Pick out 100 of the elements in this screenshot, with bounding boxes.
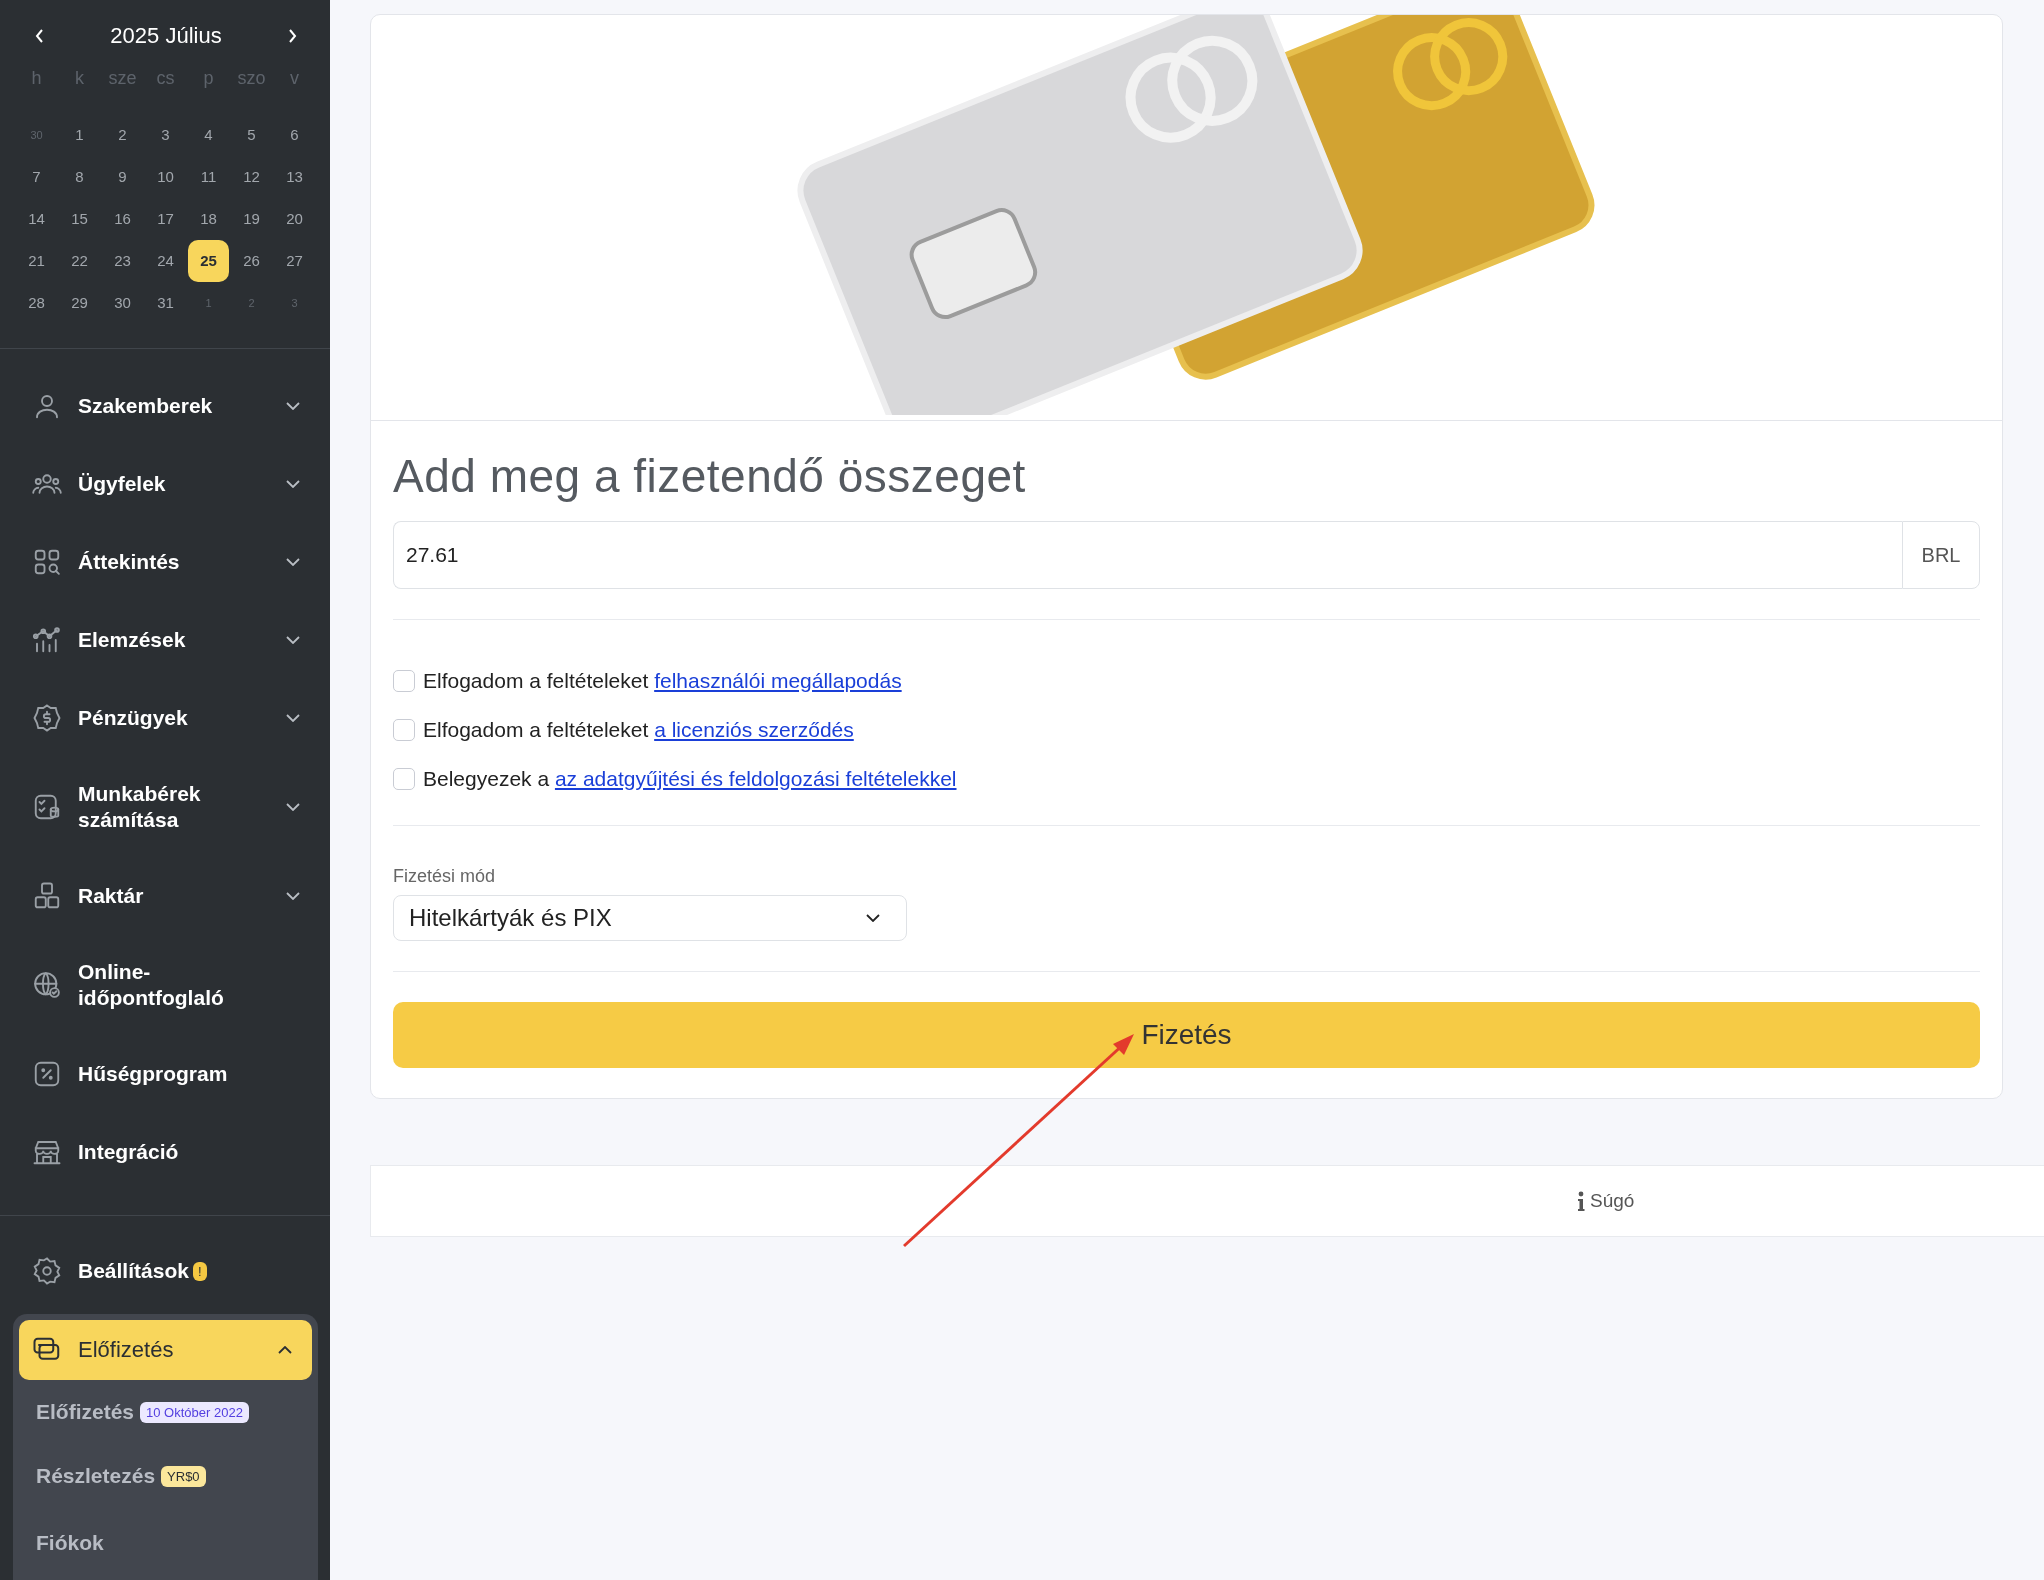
subscription-item[interactable]: Előfizetés <box>19 1320 312 1380</box>
boxes-icon <box>32 881 62 911</box>
calendar-day[interactable]: 3 <box>144 114 187 156</box>
chevron-down-icon <box>286 714 300 722</box>
calendar-day[interactable]: 9 <box>101 156 144 198</box>
dollar-icon <box>32 703 62 733</box>
calendar-day[interactable]: 23 <box>101 240 144 282</box>
calendar-day[interactable]: 2 <box>101 114 144 156</box>
payment-method-select[interactable]: Hitelkártyák és PIX <box>393 895 907 941</box>
nav-item[interactable]: Ügyfelek <box>0 445 330 523</box>
calendar-day[interactable]: 1 <box>58 114 101 156</box>
calendar-day[interactable]: 8 <box>58 156 101 198</box>
currency-label: BRL <box>1902 521 1980 589</box>
chevron-icon <box>278 1346 292 1354</box>
settings-icon <box>32 1256 62 1286</box>
terms-link[interactable]: a licenziós szerződés <box>654 717 854 741</box>
checkbox[interactable] <box>393 669 415 692</box>
weekday-label: h <box>30 67 43 90</box>
submenu-link[interactable]: Fiókok <box>36 1531 104 1555</box>
terms-link[interactable]: felhasználói megállapodás <box>654 668 902 692</box>
calendar-day[interactable]: 5 <box>230 114 273 156</box>
nav-item[interactable]: Integráció <box>0 1113 330 1191</box>
calendar-day[interactable]: 25 <box>188 240 229 282</box>
weekday-label: v <box>289 67 300 90</box>
calendar-day[interactable]: 20 <box>273 198 316 240</box>
chevron-down-icon <box>286 636 300 644</box>
nav-label: Raktár <box>78 883 145 909</box>
caret-icon <box>866 914 880 922</box>
checkbox[interactable] <box>393 718 415 741</box>
calendar-day[interactable]: 17 <box>144 198 187 240</box>
nav-label: Online-időpontfoglaló <box>78 959 225 1011</box>
nav-item[interactable]: Online-időpontfoglaló <box>0 935 330 1035</box>
calendar-day[interactable]: 26 <box>230 240 273 282</box>
weekday-label: sze <box>107 67 138 90</box>
nav-label: Elemzések <box>78 627 187 653</box>
nav-label: Szakemberek <box>78 393 214 419</box>
nav-label: Előfizetés <box>78 1337 174 1363</box>
weekday-label: szo <box>236 67 267 90</box>
badge: YR$0 <box>161 1465 206 1487</box>
nav-label: Pénzügyek <box>78 705 189 731</box>
calendar-day[interactable]: 29 <box>58 282 101 324</box>
calendar-day[interactable]: 4 <box>187 114 230 156</box>
terms-link[interactable]: az adatgyűjtési és feldolgozási feltételekkel <box>554 766 957 790</box>
calendar-day[interactable]: 31 <box>144 282 187 324</box>
nav-label: Integráció <box>78 1139 180 1165</box>
nav-item[interactable]: Raktár <box>0 857 330 935</box>
nav-item[interactable]: Áttekintés <box>0 523 330 601</box>
weekday-label: p <box>202 67 215 90</box>
warning-badge: ! <box>192 1261 207 1281</box>
calendar-day[interactable]: 27 <box>273 240 316 282</box>
calendar-day[interactable]: 22 <box>58 240 101 282</box>
submenu-link[interactable]: Részletezés <box>36 1464 156 1488</box>
globe-icon <box>32 970 62 1000</box>
nav-label: Beállítások <box>78 1258 189 1284</box>
nav-item[interactable]: Hűségprogram <box>0 1035 330 1113</box>
settings-item[interactable]: Beállítások ! <box>0 1234 330 1308</box>
nav-item[interactable]: Elemzések <box>0 601 330 679</box>
calendar-day[interactable]: 11 <box>187 156 230 198</box>
calendar-day[interactable]: 6 <box>273 114 316 156</box>
chart-icon <box>32 625 62 655</box>
calendar-day[interactable]: 7 <box>15 156 58 198</box>
calendar-day[interactable]: 10 <box>144 156 187 198</box>
calendar-day[interactable]: 24 <box>144 240 187 282</box>
calendar-day[interactable]: 21 <box>15 240 58 282</box>
calendar-day[interactable]: 28 <box>15 282 58 324</box>
help-link[interactable]: Súgó <box>1590 1190 1635 1212</box>
calendar-day[interactable]: 16 <box>101 198 144 240</box>
nav-item[interactable]: Szakemberek <box>0 367 330 445</box>
amount-input[interactable]: 27.61 <box>393 521 1902 589</box>
chevron-down-icon <box>286 558 300 566</box>
chevron-down-icon <box>286 803 300 811</box>
weekday-label: cs <box>155 67 176 90</box>
nav-label: Hűségprogram <box>78 1061 229 1087</box>
nav-label: Áttekintés <box>78 549 181 575</box>
field-label: Fizetési mód <box>393 866 497 887</box>
badge: 10 Október 2022 <box>140 1401 249 1423</box>
nav-label: Ügyfelek <box>78 471 167 497</box>
pay-button[interactable]: Fizetés <box>393 1002 1980 1068</box>
agreement-text: Elfogadom a feltételeket a licenziós szerződés <box>423 717 854 742</box>
grid-icon <box>32 547 62 577</box>
calendar-day[interactable]: 18 <box>187 198 230 240</box>
calendar-day[interactable]: 15 <box>58 198 101 240</box>
calendar-day[interactable]: 13 <box>273 156 316 198</box>
calendar-day[interactable]: 12 <box>230 156 273 198</box>
chevron-right-icon[interactable] <box>286 28 298 44</box>
chevron-down-icon <box>286 402 300 410</box>
weekday-label: k <box>74 67 85 90</box>
agreement-text: Belegyezek a az adatgyűjtési és feldolgozási feltételekkel <box>423 766 957 791</box>
calendar-day[interactable]: 30 <box>101 282 144 324</box>
nav-item[interactable]: Munkabérek számítása <box>0 757 330 857</box>
checkbox[interactable] <box>393 767 415 790</box>
amount-heading: Add meg a fizetendő összeget <box>393 449 1027 503</box>
chevron-left-icon[interactable] <box>34 28 46 44</box>
calendar-day[interactable]: 14 <box>15 198 58 240</box>
calendar-day[interactable]: 19 <box>230 198 273 240</box>
chevron-down-icon <box>286 480 300 488</box>
info-icon <box>1577 1191 1585 1211</box>
submenu-link[interactable]: Előfizetés <box>36 1400 135 1424</box>
nav-item[interactable]: Pénzügyek <box>0 679 330 757</box>
nav-label: Munkabérek számítása <box>78 781 202 833</box>
